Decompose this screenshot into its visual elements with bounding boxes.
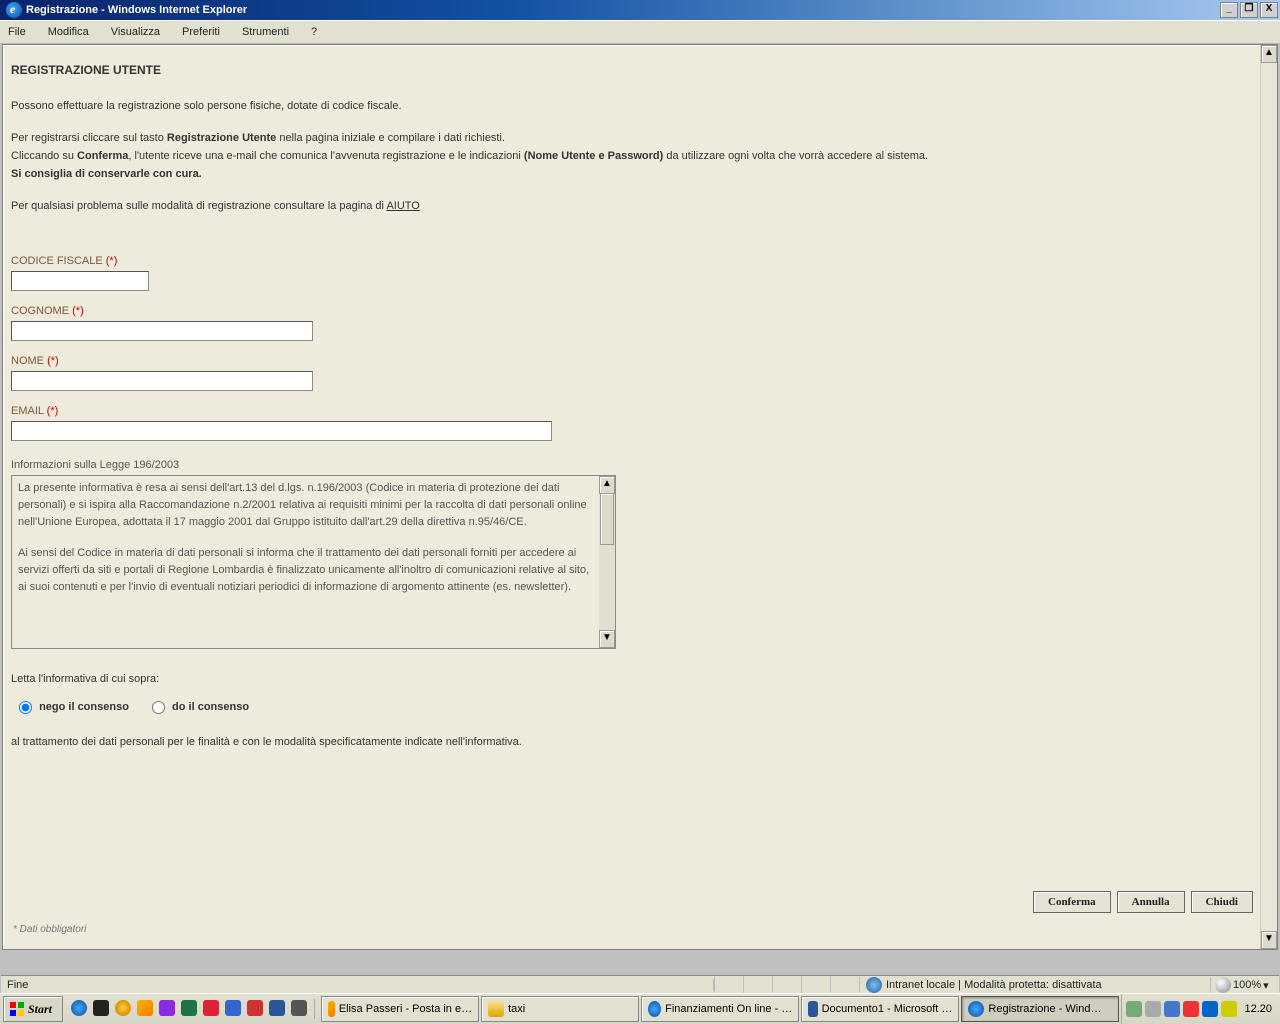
radio-nego-consenso[interactable]	[19, 701, 32, 714]
ql-word-icon[interactable]	[269, 1000, 285, 1016]
window-minimize-button[interactable]: _	[1220, 2, 1238, 18]
menu-help[interactable]: ?	[307, 24, 321, 40]
help-link[interactable]: AIUTO	[386, 200, 419, 212]
menu-file[interactable]: File	[4, 24, 30, 40]
informativa-text[interactable]: La presente informativa è resa ai sensi …	[12, 476, 599, 648]
tray-icon[interactable]	[1145, 1001, 1161, 1017]
nome-input[interactable]	[11, 371, 313, 391]
task-icon	[808, 1001, 817, 1017]
informativa-scrollbar[interactable]: ▲ ▼	[599, 476, 615, 648]
footnote-required: * Dati obbligatori	[13, 924, 86, 935]
tray-icon[interactable]	[1202, 1001, 1218, 1017]
intro-line-help: Per qualsiasi problema sulle modalità di…	[11, 197, 1267, 215]
conferma-button[interactable]: Conferma	[1033, 891, 1111, 913]
ql-icon[interactable]	[115, 1000, 131, 1016]
intro-line-1: Possono effettuare la registrazione solo…	[11, 97, 1267, 115]
cognome-input[interactable]	[11, 321, 313, 341]
codice-fiscale-input[interactable]	[11, 271, 149, 291]
tray-volume-icon[interactable]	[1221, 1001, 1237, 1017]
status-zone: Intranet locale | Modalità protetta: dis…	[886, 979, 1102, 991]
consent-row: nego il consenso do il consenso	[11, 701, 1267, 714]
tray-icon[interactable]	[1183, 1001, 1199, 1017]
ql-excel-icon[interactable]	[181, 1000, 197, 1016]
windows-flag-icon	[10, 1002, 24, 1016]
start-button[interactable]: Start	[3, 996, 63, 1022]
taskbar: Start Elisa Passeri - Posta in e…taxiFin…	[0, 993, 1280, 1024]
scroll-down-icon[interactable]: ▼	[599, 630, 615, 648]
label-do-consenso[interactable]: do il consenso	[172, 701, 249, 713]
ql-outlook-icon[interactable]	[137, 1000, 153, 1016]
page-title: REGISTRAZIONE UTENTE	[11, 63, 1267, 77]
label-cognome: COGNOME (*)	[11, 305, 1267, 317]
menu-modifica[interactable]: Modifica	[44, 24, 93, 40]
intro-line-4: Si consiglia di conservarle con cura.	[11, 165, 1267, 183]
taskbar-task[interactable]: Documento1 - Microsoft …	[801, 996, 959, 1022]
taskbar-task[interactable]: Registrazione - Wind…	[961, 996, 1119, 1022]
label-nome: NOME (*)	[11, 355, 1267, 367]
task-icon	[328, 1001, 335, 1017]
chiudi-button[interactable]: Chiudi	[1191, 891, 1253, 913]
page-viewport: ▲ ▼ REGISTRAZIONE UTENTE Possono effettu…	[2, 44, 1278, 950]
email-input[interactable]	[11, 421, 552, 441]
zoom-icon	[1215, 977, 1231, 993]
quick-launch	[66, 999, 315, 1019]
label-nego-consenso[interactable]: nego il consenso	[39, 701, 129, 713]
menubar: File Modifica Visualizza Preferiti Strum…	[0, 20, 1280, 44]
tray-clock[interactable]: 12.20	[1240, 1003, 1276, 1015]
status-left: Fine	[1, 979, 714, 991]
system-tray: 12.20	[1121, 994, 1280, 1024]
window-close-button[interactable]: X	[1260, 2, 1278, 18]
window-title: Registrazione - Windows Internet Explore…	[26, 4, 1220, 16]
scroll-up-icon[interactable]: ▲	[599, 476, 615, 494]
label-email: EMAIL (*)	[11, 405, 1267, 417]
ql-icon[interactable]	[247, 1000, 263, 1016]
radio-do-consenso[interactable]	[152, 701, 165, 714]
ql-ie-icon[interactable]	[71, 1000, 87, 1016]
consent-intro: Letta l'informativa di cui sopra:	[11, 673, 1267, 685]
zone-icon	[866, 977, 882, 993]
ql-icon[interactable]	[159, 1000, 175, 1016]
ql-icon[interactable]	[93, 1000, 109, 1016]
task-icon	[488, 1001, 504, 1017]
task-icon	[648, 1001, 661, 1017]
intro-line-3: Cliccando su Conferma, l'utente riceve u…	[11, 147, 1267, 165]
ql-icon[interactable]	[291, 1000, 307, 1016]
menu-strumenti[interactable]: Strumenti	[238, 24, 293, 40]
ql-icon[interactable]	[225, 1000, 241, 1016]
statusbar: Fine Intranet locale | Modalità protetta…	[1, 975, 1279, 994]
informativa-box: La presente informativa è resa ai sensi …	[11, 475, 616, 649]
window-titlebar: Registrazione - Windows Internet Explore…	[0, 0, 1280, 20]
menu-preferiti[interactable]: Preferiti	[178, 24, 224, 40]
intro-text: Possono effettuare la registrazione solo…	[11, 97, 1267, 215]
scroll-thumb[interactable]	[600, 493, 614, 545]
zoom-control[interactable]: 100% ▾	[1210, 977, 1279, 993]
label-codice-fiscale: CODICE FISCALE (*)	[11, 255, 1267, 267]
annulla-button[interactable]: Annulla	[1117, 891, 1185, 913]
menu-visualizza[interactable]: Visualizza	[107, 24, 164, 40]
taskbar-task[interactable]: taxi	[481, 996, 639, 1022]
window-maximize-button[interactable]: ❐	[1240, 2, 1258, 18]
tray-icon[interactable]	[1126, 1001, 1142, 1017]
taskbar-task[interactable]: Elisa Passeri - Posta in e…	[321, 996, 479, 1022]
ql-icon[interactable]	[203, 1000, 219, 1016]
task-icon	[968, 1001, 984, 1017]
label-informativa: Informazioni sulla Legge 196/2003	[11, 459, 1267, 471]
consent-below: al trattamento dei dati personali per le…	[11, 736, 1267, 748]
ie-logo-icon	[6, 2, 22, 18]
intro-line-2: Per registrarsi cliccare sul tasto Regis…	[11, 129, 1267, 147]
taskbar-task[interactable]: Finanziamenti On line - …	[641, 996, 799, 1022]
tray-icon[interactable]	[1164, 1001, 1180, 1017]
